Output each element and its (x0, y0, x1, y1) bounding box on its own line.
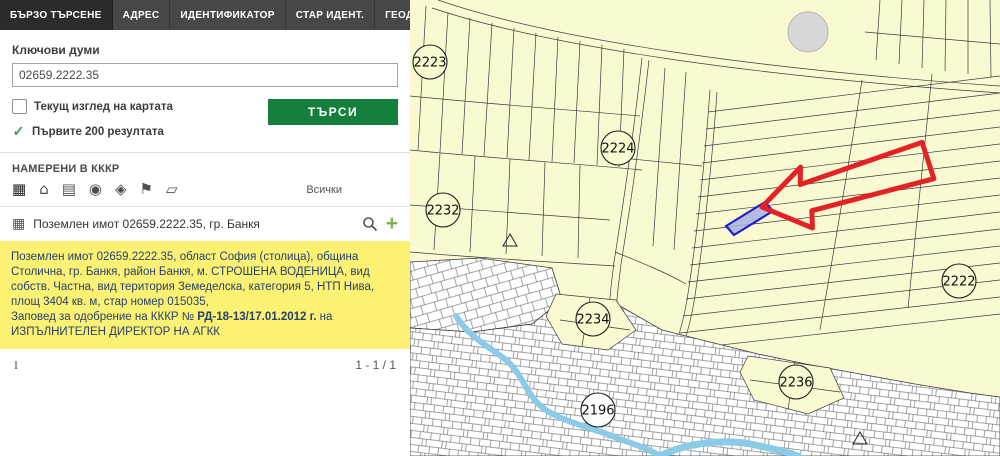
parcel-details-box: Поземлен имот 02659.2222.35, област Софи… (0, 241, 410, 349)
page-count: 1 - 1 / 1 (355, 358, 396, 373)
region-label-2196: 2196 (581, 393, 615, 427)
add-result-button[interactable]: + (386, 216, 398, 232)
search-panel: БЪРЗО ТЪРСЕНЕ АДРЕС ИДЕНТИФИКАТОР СТАР И… (0, 0, 410, 456)
region-label-2224: 2224 (601, 131, 635, 165)
keywords-input[interactable] (12, 63, 398, 87)
region-label-2232: 2232 (426, 193, 460, 227)
results-pagination: I 1 - 1 / 1 (0, 349, 410, 382)
current-view-label: Текущ изглед на картата (34, 101, 173, 113)
keywords-label: Ключови думи (12, 43, 398, 57)
parcel-grid-icon: ▦ (12, 216, 25, 232)
order-prefix: Заповед за одобрение на КККР № (11, 311, 197, 323)
svg-text:2196: 2196 (581, 404, 614, 419)
search-controls: Текущ изглед на картата ✓ Първите 200 ре… (12, 99, 398, 140)
water-tank-circle (788, 12, 828, 52)
result-title: Поземлен имот 02659.2222.35, гр. Банкя (33, 217, 354, 231)
tab-old-identifier[interactable]: СТАР ИДЕНТ. (286, 0, 375, 30)
tab-identifier[interactable]: ИДЕНТИФИКАТОР (170, 0, 285, 30)
svg-text:2234: 2234 (576, 313, 609, 328)
filter-all-link[interactable]: Всички (306, 184, 342, 196)
region-label-2236: 2236 (779, 365, 813, 399)
first-200-label: Първите 200 резултата (32, 126, 164, 138)
location-filter-icon[interactable]: ◉ (89, 182, 102, 197)
svg-text:2236: 2236 (779, 376, 812, 391)
parcel-details-text: Поземлен имот 02659.2222.35, област Софи… (11, 251, 374, 308)
svg-text:2223: 2223 (413, 56, 446, 71)
divider (0, 152, 410, 153)
order-number: РД-18-13/17.01.2012 г. (197, 311, 316, 323)
parcels-filter-icon[interactable]: ▦ (12, 182, 26, 197)
current-view-option[interactable]: Текущ изглед на картата (12, 99, 268, 114)
region-label-2223: 2223 (413, 45, 447, 79)
magnifier-icon (362, 216, 378, 232)
result-type-filter-bar: ▦ ⌂ ▤ ◉ ◈ ⚑ ▱ Всички (0, 179, 410, 207)
search-tab-bar: БЪРЗО ТЪРСЕНЕ АДРЕС ИДЕНТИФИКАТОР СТАР И… (0, 0, 410, 30)
svg-text:2222: 2222 (942, 275, 975, 290)
cadastral-map[interactable]: 2223 2224 2232 2222 2234 2236 2196 (410, 0, 1000, 456)
svg-text:2232: 2232 (426, 204, 459, 219)
first-200-option[interactable]: ✓ Първите 200 резултата (12, 123, 268, 140)
tab-address[interactable]: АДРЕС (113, 0, 171, 30)
tab-quick-search[interactable]: БЪРЗО ТЪРСЕНЕ (0, 0, 113, 30)
check-icon: ✓ (12, 123, 25, 140)
polygon-filter-icon[interactable]: ▱ (166, 182, 178, 197)
svg-text:2224: 2224 (601, 142, 634, 157)
result-row[interactable]: ▦ Поземлен имот 02659.2222.35, гр. Банкя… (0, 207, 410, 241)
current-view-checkbox[interactable] (12, 99, 27, 114)
layers-filter-icon[interactable]: ◈ (115, 182, 127, 197)
flag-filter-icon[interactable]: ⚑ (140, 182, 153, 197)
documents-filter-icon[interactable]: ▤ (62, 182, 76, 197)
search-button[interactable]: ТЪРСИ (268, 99, 398, 125)
zoom-to-result-button[interactable] (362, 216, 378, 232)
region-label-2222: 2222 (942, 264, 976, 298)
buildings-filter-icon[interactable]: ⌂ (39, 182, 49, 197)
found-section-title: НАМЕРЕНИ В КККР (12, 163, 398, 175)
region-label-2234: 2234 (576, 302, 610, 336)
page-indicator[interactable]: I (14, 358, 18, 373)
